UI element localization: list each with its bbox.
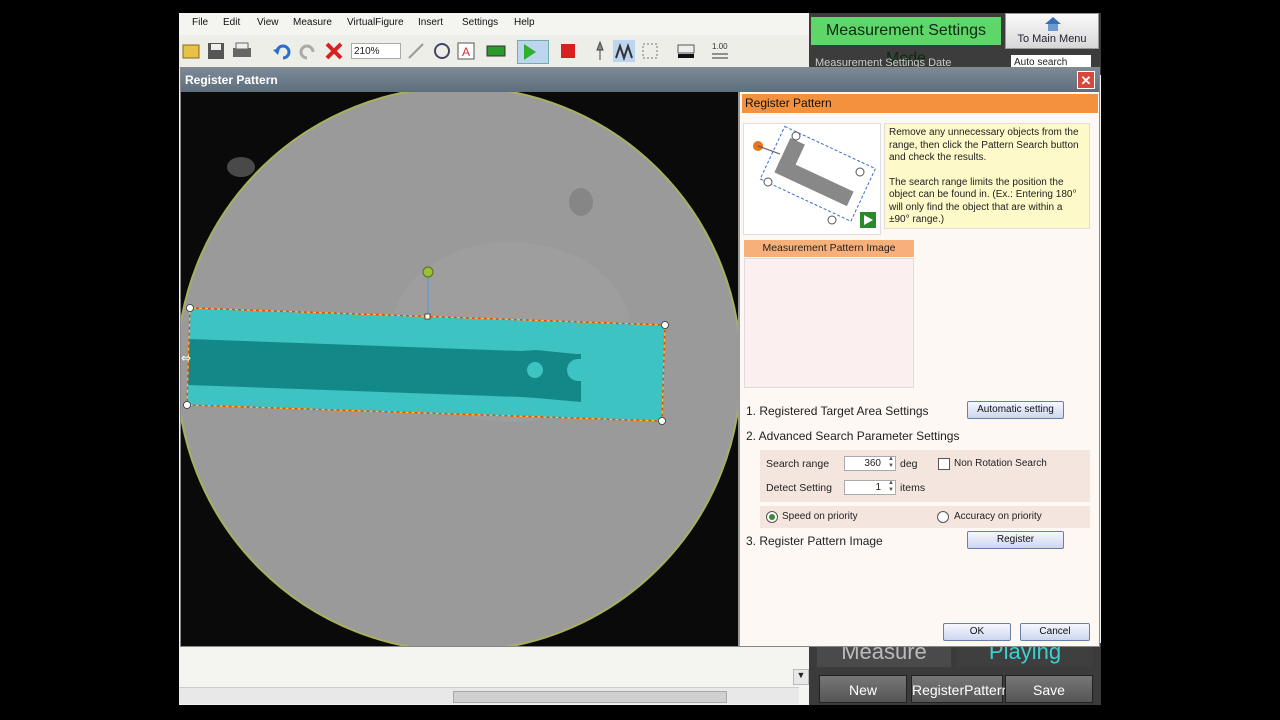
pattern-illustration — [743, 123, 881, 235]
detect-setting-unit: items — [900, 482, 926, 494]
non-rotation-label: Non Rotation Search — [954, 458, 1047, 469]
bottom-control-panel: Measure Playing New RegisterPattern Save… — [809, 641, 1101, 705]
open-icon[interactable] — [181, 40, 203, 62]
register-pattern-panel: Register Pattern Remove any unnecessary … — [738, 92, 1099, 646]
help-paragraph-1: Remove any unnecessary objects from the … — [889, 127, 1079, 163]
zoom-select[interactable]: 210% — [351, 43, 401, 59]
save-icon[interactable] — [205, 40, 227, 62]
dialog-title-text: Register Pattern — [185, 73, 278, 87]
home-icon — [1045, 17, 1061, 31]
save-settings-button[interactable]: Save Settings — [1005, 675, 1093, 703]
menu-help[interactable]: Help — [514, 17, 535, 28]
line-width-icon[interactable]: 1.00 — [709, 40, 731, 62]
section-register-image: 3. Register Pattern Image — [746, 534, 883, 548]
pattern-image-label: Measurement Pattern Image — [744, 240, 914, 257]
select-icon[interactable] — [639, 40, 661, 62]
text-icon[interactable]: A — [455, 40, 477, 62]
filter-icon[interactable] — [613, 40, 635, 62]
line-color-icon[interactable] — [675, 40, 697, 62]
svg-text:A: A — [462, 45, 470, 59]
automatic-setting-button[interactable]: Automatic setting — [967, 401, 1064, 419]
menu-settings[interactable]: Settings — [462, 17, 498, 28]
redo-icon[interactable] — [297, 40, 319, 62]
menu-virtualfigure[interactable]: VirtualFigure — [347, 17, 404, 28]
ok-button[interactable]: OK — [943, 623, 1011, 641]
accuracy-priority-radio[interactable] — [937, 511, 949, 523]
scroll-down-icon[interactable]: ▼ — [793, 669, 809, 685]
delete-icon[interactable] — [323, 40, 345, 62]
advanced-params-box: Search range 360 deg Non Rotation Search… — [760, 450, 1090, 502]
menu-file[interactable]: File — [192, 17, 208, 28]
speed-priority-label: Speed on priority — [782, 511, 858, 522]
menu-bar: File Edit View Measure VirtualFigure Ins… — [179, 13, 809, 33]
search-range-label: Search range — [766, 458, 830, 470]
grid-icon[interactable] — [485, 40, 507, 62]
edge-icon[interactable] — [589, 40, 611, 62]
cancel-button[interactable]: Cancel — [1020, 623, 1090, 641]
register-button[interactable]: Register — [967, 531, 1064, 549]
print-icon[interactable] — [231, 40, 253, 62]
new-button[interactable]: New — [819, 675, 907, 703]
pattern-image-preview — [744, 258, 914, 388]
priority-box: Speed on priority Accuracy on priority — [760, 506, 1090, 528]
detect-setting-input[interactable]: 1 — [844, 480, 896, 495]
toolbar: 210% A 1.00 — [179, 35, 809, 68]
menu-insert[interactable]: Insert — [418, 17, 443, 28]
register-pattern-button[interactable]: RegisterPattern — [911, 675, 1009, 703]
image-viewer[interactable]: ⇔ — [181, 92, 738, 646]
section-advanced-search: 2. Advanced Search Parameter Settings — [746, 429, 960, 443]
svg-text:1.00: 1.00 — [712, 42, 728, 51]
resize-cursor-icon: ⇔ — [181, 351, 191, 365]
help-paragraph-2: The search range limits the position the… — [889, 176, 1077, 226]
search-range-unit: deg — [900, 458, 918, 470]
speed-priority-radio[interactable] — [766, 511, 778, 523]
close-icon[interactable]: ✕ — [1077, 71, 1095, 89]
dialog-title: Register Pattern ✕ — [181, 68, 1099, 92]
horizontal-scrollbar[interactable] — [179, 687, 799, 704]
play-icon[interactable] — [517, 40, 549, 64]
section-target-area: 1. Registered Target Area Settings — [746, 404, 929, 418]
undo-icon[interactable] — [271, 40, 293, 62]
accuracy-priority-label: Accuracy on priority — [954, 511, 1042, 522]
draw-icon[interactable] — [405, 40, 427, 62]
detect-setting-label: Detect Setting — [766, 482, 832, 494]
non-rotation-checkbox[interactable] — [938, 458, 950, 470]
target-pattern[interactable] — [186, 307, 666, 422]
search-range-input[interactable]: 360 — [844, 456, 896, 471]
register-pattern-dialog: Register Pattern ✕ ⇔ Register Pattern Re… — [180, 67, 1100, 647]
main-menu-button[interactable]: To Main Menu — [1005, 13, 1099, 49]
rotation-handle-icon[interactable] — [422, 266, 434, 278]
camera-image[interactable]: ⇔ — [181, 92, 738, 646]
mode-label: Measurement Settings Mode — [811, 17, 1001, 67]
measure-tool-icon[interactable] — [431, 40, 453, 62]
menu-edit[interactable]: Edit — [223, 17, 240, 28]
stop-icon[interactable] — [557, 40, 579, 62]
help-text: Remove any unnecessary objects from the … — [884, 123, 1090, 229]
mode-panel: Measurement Settings Mode To Main Menu M… — [809, 13, 1101, 75]
panel-title: Register Pattern — [742, 94, 1098, 113]
menu-view[interactable]: View — [257, 17, 279, 28]
menu-measure[interactable]: Measure — [293, 17, 332, 28]
scroll-thumb[interactable] — [453, 691, 727, 703]
main-menu-label: To Main Menu — [1017, 33, 1087, 45]
